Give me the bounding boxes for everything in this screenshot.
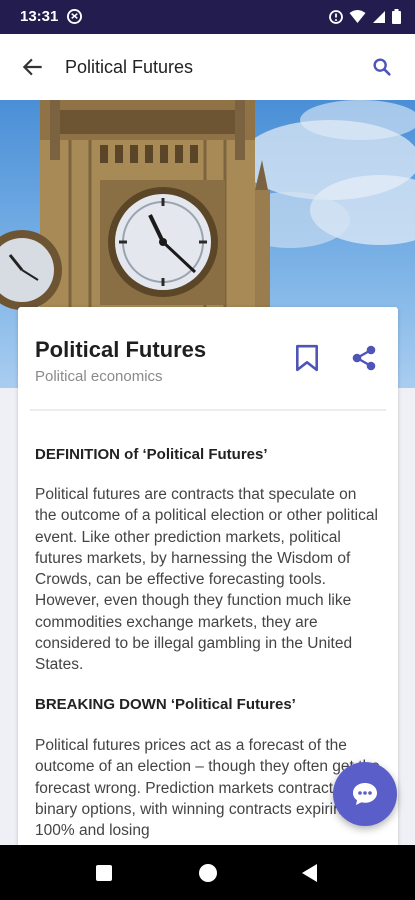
definition-heading: DEFINITION of ‘Political Futures’ [35,446,268,463]
breakdown-body: Political futures prices act as a foreca… [35,737,380,840]
home-icon[interactable] [199,864,217,882]
notification-app-icon [67,9,82,24]
breakdown-heading: BREAKING DOWN ‘Political Futures’ [35,696,296,713]
dnd-icon [329,9,343,24]
bookmark-icon[interactable] [294,344,320,372]
signal-icon [373,10,385,23]
search-icon[interactable] [371,56,393,78]
status-icons [329,9,401,24]
system-nav-bar [0,845,415,900]
battery-icon [392,9,401,24]
arrow-left-icon[interactable] [20,54,46,80]
app-bar: Political Futures [0,34,415,100]
wifi-icon [349,9,366,23]
article-title: Political Futures [35,337,207,362]
recents-icon[interactable] [96,865,112,881]
divider [30,409,386,411]
definition-body: Political futures are contracts that spe… [35,486,378,674]
article-category: Political economics [35,368,163,385]
nav-back-icon[interactable] [302,864,317,882]
status-time: 13:31 [20,8,59,25]
chat-bubble-icon [353,783,377,805]
chat-button[interactable] [333,762,397,826]
status-bar: 13:31 [0,0,415,34]
share-icon[interactable] [350,344,378,372]
page-title: Political Futures [65,57,194,77]
